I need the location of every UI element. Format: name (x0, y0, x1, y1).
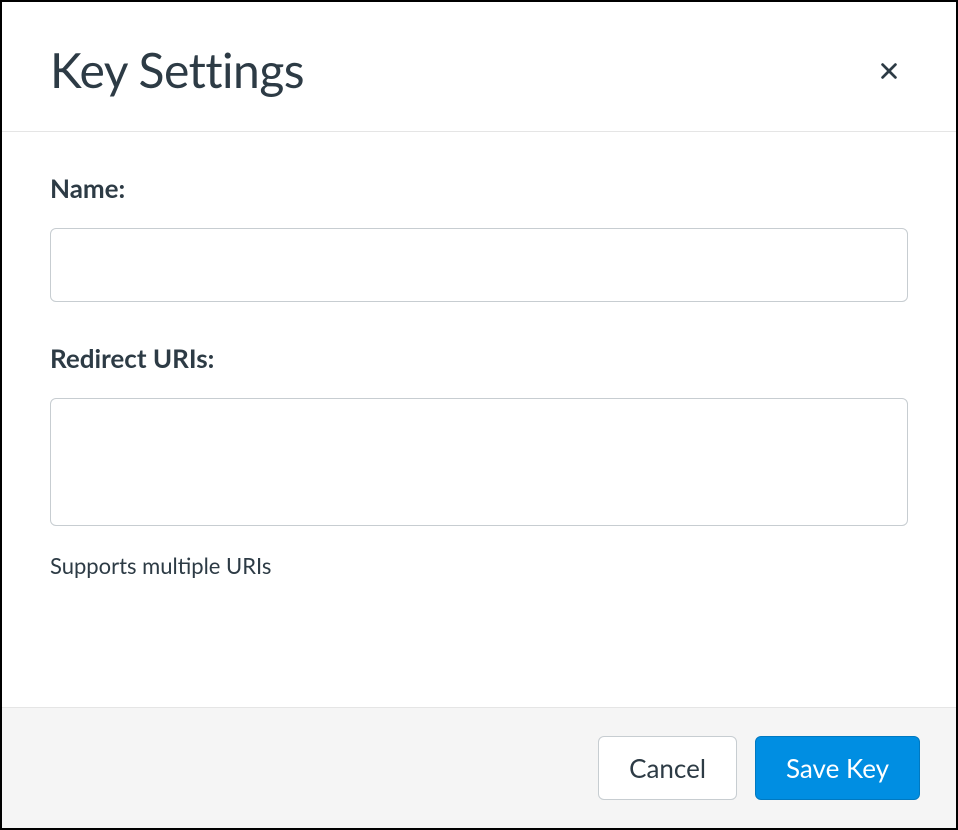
name-input[interactable] (50, 228, 908, 302)
name-field-group: Name: (50, 172, 908, 302)
name-label: Name: (50, 172, 908, 204)
cancel-button[interactable]: Cancel (598, 736, 737, 800)
close-button[interactable] (870, 52, 908, 90)
modal-footer: Cancel Save Key (2, 707, 956, 828)
redirect-input[interactable] (50, 398, 908, 526)
modal-header: Key Settings (2, 2, 956, 132)
modal-title: Key Settings (50, 42, 304, 99)
close-icon (878, 60, 900, 82)
modal-body: Name: Redirect URIs: Supports multiple U… (2, 132, 956, 707)
redirect-field-group: Redirect URIs: Supports multiple URIs (50, 342, 908, 579)
redirect-help-text: Supports multiple URIs (50, 552, 908, 579)
save-button[interactable]: Save Key (755, 736, 920, 800)
redirect-label: Redirect URIs: (50, 342, 908, 374)
